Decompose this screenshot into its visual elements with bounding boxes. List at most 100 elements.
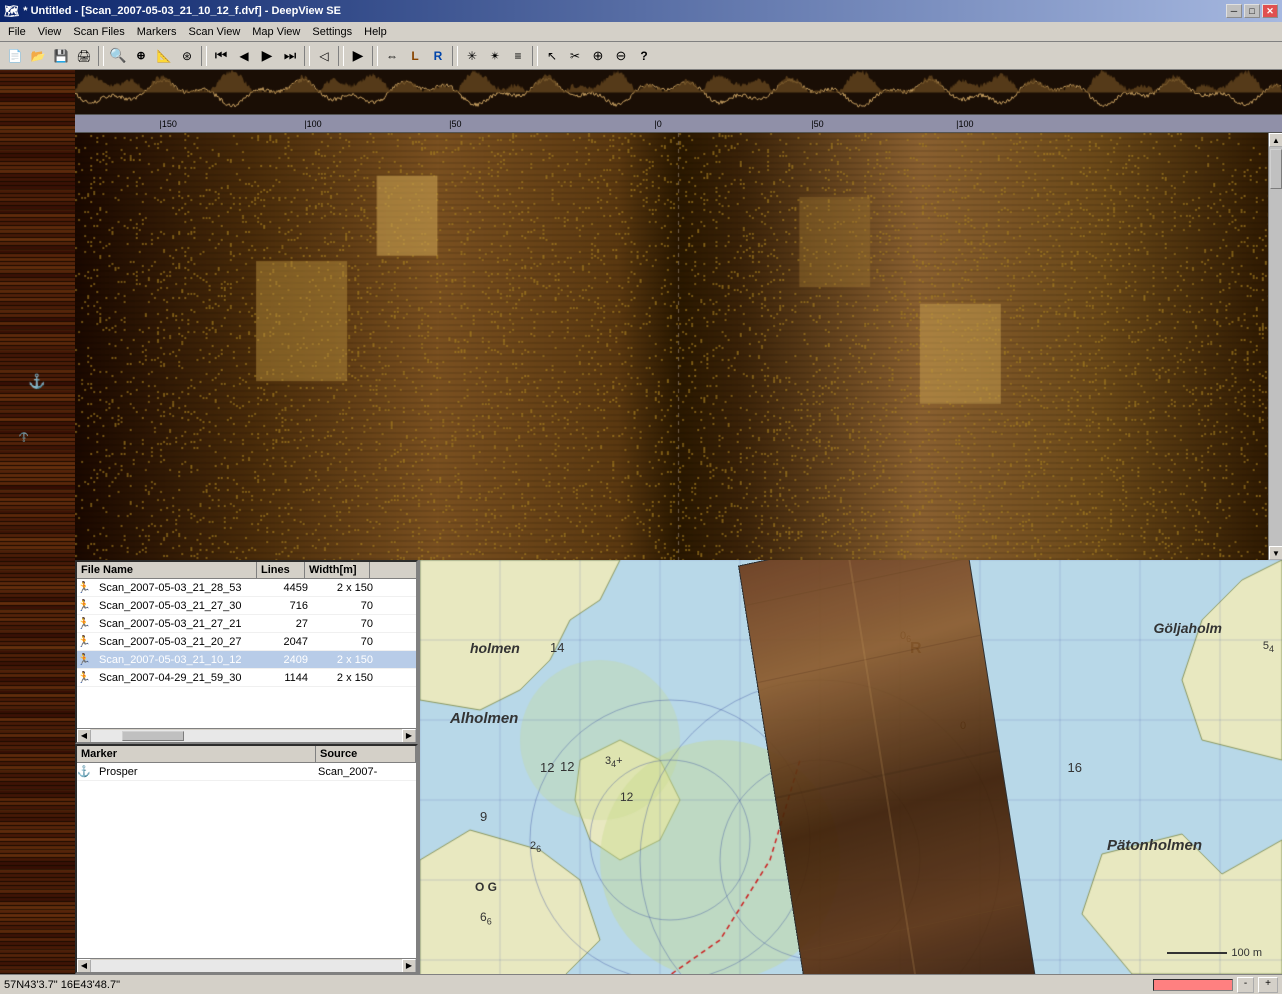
- depth-9: 9: [480, 809, 487, 824]
- file-list-header: File Name Lines Width[m]: [77, 562, 416, 579]
- open-button[interactable]: 📂: [27, 45, 49, 67]
- file-name-3: Scan_2007-05-03_21_27_21: [97, 618, 262, 630]
- next-button[interactable]: ▶: [256, 45, 278, 67]
- hscroll-thumb[interactable]: [122, 731, 184, 741]
- col-filename: File Name: [77, 562, 257, 578]
- file-icon-3: 🏃: [77, 617, 97, 630]
- menu-settings[interactable]: Settings: [306, 25, 358, 39]
- depth-12b: 12: [560, 759, 574, 774]
- hscroll-left-button[interactable]: ◀: [77, 729, 91, 743]
- marker-hscrollbar[interactable]: ◀ ▶: [77, 958, 416, 972]
- file-list-hscrollbar[interactable]: ◀ ▶: [77, 728, 416, 742]
- file-row-2[interactable]: 🏃 Scan_2007-05-03_21_27_30 716 70: [77, 597, 416, 615]
- file-lines-3: 27: [262, 618, 310, 630]
- star1-button[interactable]: ✳: [461, 45, 483, 67]
- statusbar: 57N43'3.7" 16E43'48.7" - +: [0, 974, 1282, 994]
- sep5: [372, 46, 378, 66]
- mscroll-left-button[interactable]: ◀: [77, 959, 91, 973]
- menu-file[interactable]: File: [2, 25, 32, 39]
- file-name-2: Scan_2007-05-03_21_27_30: [97, 600, 262, 612]
- menu-map-view[interactable]: Map View: [246, 25, 306, 39]
- scroll-down-button[interactable]: ▼: [1269, 546, 1282, 560]
- map-scale: 100 m: [1167, 947, 1262, 959]
- sonar-vertical-scrollbar[interactable]: ▲ ▼: [1268, 133, 1282, 560]
- scissors-button[interactable]: ✂: [564, 45, 586, 67]
- next-end-button[interactable]: ⏭: [279, 45, 301, 67]
- depth-16: 16: [1068, 760, 1082, 775]
- file-row-1[interactable]: 🏃 Scan_2007-05-03_21_28_53 4459 2 x 150: [77, 579, 416, 597]
- search-button[interactable]: 🔍: [107, 45, 129, 67]
- close-button[interactable]: ✕: [1262, 4, 1278, 18]
- status-plus-button[interactable]: +: [1258, 977, 1278, 993]
- sonar-waveform: [75, 70, 1282, 115]
- file-width-2: 70: [310, 600, 375, 612]
- measure-button[interactable]: 📐: [153, 45, 175, 67]
- depth-34: 34+: [605, 755, 623, 769]
- help-button[interactable]: ?: [633, 45, 655, 67]
- zoom-out-button[interactable]: ⊖: [610, 45, 632, 67]
- menu-view[interactable]: View: [32, 25, 68, 39]
- marker-row-1[interactable]: ⚓ Prosper Scan_2007-: [77, 763, 416, 781]
- back-button[interactable]: ◁: [313, 45, 335, 67]
- titlebar-controls[interactable]: ─ □ ✕: [1226, 4, 1278, 18]
- lines-button[interactable]: ≡: [507, 45, 529, 67]
- scroll-up-button[interactable]: ▲: [1269, 133, 1282, 147]
- map-label-og: O G: [475, 880, 497, 894]
- menu-markers[interactable]: Markers: [131, 25, 183, 39]
- scroll-thumb[interactable]: [1270, 149, 1282, 189]
- waveform-canvas: [75, 70, 1282, 115]
- prev-start-button[interactable]: ⏮: [210, 45, 232, 67]
- menu-scan-files[interactable]: Scan Files: [67, 25, 130, 39]
- file-name-1: Scan_2007-05-03_21_28_53: [97, 582, 262, 594]
- hscroll-track[interactable]: [91, 730, 402, 742]
- file-width-4: 70: [310, 636, 375, 648]
- maximize-button[interactable]: □: [1244, 4, 1260, 18]
- star2-button[interactable]: ✴: [484, 45, 506, 67]
- file-row-3[interactable]: 🏃 Scan_2007-05-03_21_27_21 27 70: [77, 615, 416, 633]
- menu-scan-view[interactable]: Scan View: [182, 25, 246, 39]
- scroll-track[interactable]: [1269, 147, 1282, 546]
- file-lines-6: 1144: [262, 672, 310, 684]
- map-label-patonholmen: Pätonholmen: [1107, 837, 1202, 854]
- depth-26: 26: [530, 840, 541, 854]
- center-panel: |150 |100 |50 |0 |50 |100 ▲ ▼: [75, 70, 1282, 974]
- file-icon-6: 🏃: [77, 671, 97, 684]
- prev-button[interactable]: ◀: [233, 45, 255, 67]
- coordinates-display: 57N43'3.7" 16E43'48.7": [4, 979, 120, 991]
- marker-list-body: ⚓ Prosper Scan_2007-: [77, 763, 416, 958]
- file-row-4[interactable]: 🏃 Scan_2007-05-03_21_20_27 2047 70: [77, 633, 416, 651]
- hscroll-right-button[interactable]: ▶: [402, 729, 416, 743]
- sonar-ruler: |150 |100 |50 |0 |50 |100: [75, 115, 1282, 133]
- file-row-6[interactable]: 🏃 Scan_2007-04-29_21_59_30 1144 2 x 150: [77, 669, 416, 687]
- menu-help[interactable]: Help: [358, 25, 393, 39]
- mscroll-right-button[interactable]: ▶: [402, 959, 416, 973]
- marker-icon-1: ⚓: [77, 765, 97, 778]
- expand-button[interactable]: ⇔: [381, 45, 403, 67]
- zoom-tool-button[interactable]: ⊕: [130, 45, 152, 67]
- play-button[interactable]: ▶: [347, 45, 369, 67]
- zoom-in-button[interactable]: ⊕: [587, 45, 609, 67]
- align-right-button[interactable]: R: [427, 45, 449, 67]
- minimize-button[interactable]: ─: [1226, 4, 1242, 18]
- main-area: ⚓ |150 |100 |50 |0 |50 |100: [0, 70, 1282, 974]
- new-button[interactable]: 📄: [4, 45, 26, 67]
- titlebar: 🗺 * Untitled - [Scan_2007-05-03_21_10_12…: [0, 0, 1282, 22]
- file-row-5[interactable]: 🏃 Scan_2007-05-03_21_10_12 2409 2 x 150: [77, 651, 416, 669]
- toolbar: 📄 📂 💾 🖨 🔍 ⊕ 📐 ⊛ ⏮ ◀ ▶ ⏭ ◁ ▶ ⇔ L R ✳ ✴ ≡ …: [0, 42, 1282, 70]
- status-minus-button[interactable]: -: [1237, 977, 1254, 993]
- file-name-6: Scan_2007-04-29_21_59_30: [97, 672, 262, 684]
- save-button[interactable]: 💾: [50, 45, 72, 67]
- print-button[interactable]: 🖨: [73, 45, 95, 67]
- sep7: [532, 46, 538, 66]
- menubar: File View Scan Files Markers Scan View M…: [0, 22, 1282, 42]
- left-sonar-strip: ⚓: [0, 70, 75, 974]
- ruler-100-pos: |100: [956, 119, 973, 129]
- mscroll-track[interactable]: [91, 960, 402, 972]
- file-width-5: 2 x 150: [310, 654, 375, 666]
- target-button[interactable]: ⊛: [176, 45, 198, 67]
- marker-name-1: Prosper: [97, 766, 316, 778]
- marker-panel: Marker Source ⚓ Prosper Scan_2007- ◀: [75, 744, 418, 974]
- file-lines-4: 2047: [262, 636, 310, 648]
- cursor-button[interactable]: ↖: [541, 45, 563, 67]
- align-left-button[interactable]: L: [404, 45, 426, 67]
